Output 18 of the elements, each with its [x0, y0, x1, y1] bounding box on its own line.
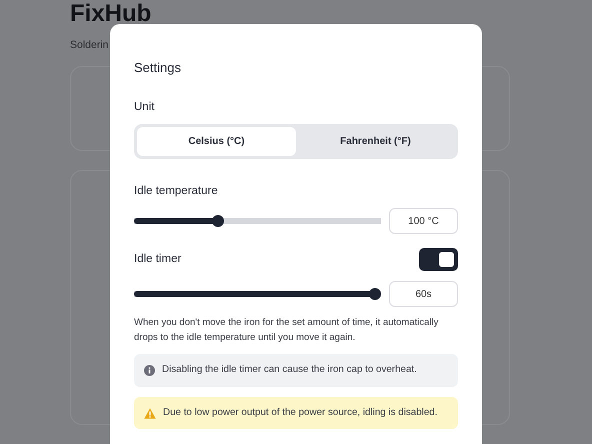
info-icon [144, 364, 155, 376]
alert-text: Disabling the idle timer can cause the iron cap to overheat. [162, 363, 417, 378]
warning-icon [144, 408, 156, 419]
value-input[interactable]: 60s [389, 281, 458, 308]
field-label: Idle temperature [134, 184, 219, 199]
unit-option[interactable]: Celsius (°C) [137, 126, 296, 156]
app-title: FixHub [70, 2, 152, 26]
value-input[interactable]: 100 °C [389, 208, 458, 234]
unit-option[interactable]: Fahrenheit (°F) [296, 126, 455, 156]
slider-thumb[interactable] [212, 215, 224, 228]
toggle-switch[interactable] [419, 248, 458, 272]
field-label: Idle timer [134, 252, 182, 267]
slider-thumb[interactable] [369, 288, 381, 300]
field-label: Unit [134, 100, 156, 115]
alert-text: Due to low power output of the power source, idling is disabled. [163, 406, 438, 420]
app-subtitle: Solderin [70, 38, 109, 53]
dialog-title: Settings [134, 60, 182, 76]
description-text: When you don't move the iron for the set amount of time, it automatically drops to the idle temperature until you move it again. [134, 316, 440, 346]
